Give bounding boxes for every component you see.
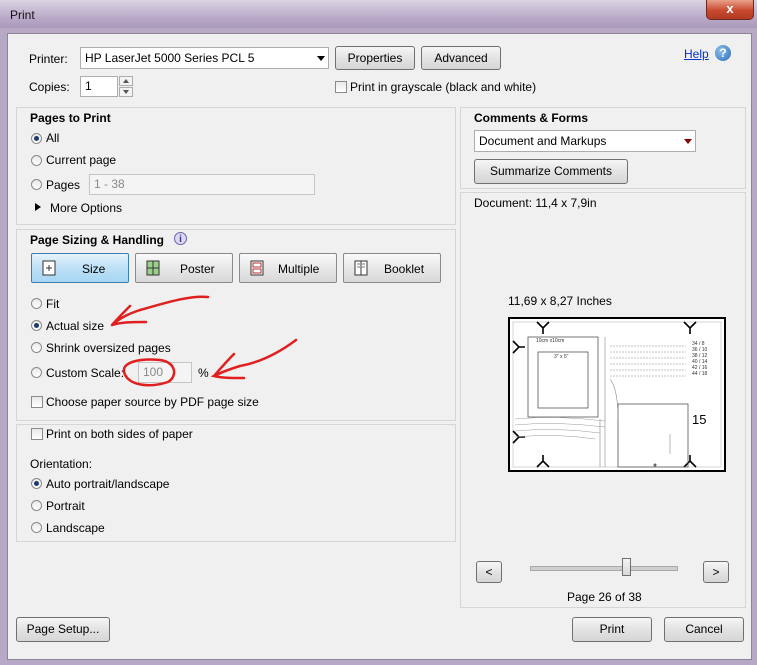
tab-poster[interactable]: Poster xyxy=(135,253,233,283)
radio-fit[interactable] xyxy=(31,298,42,309)
size-icon xyxy=(42,260,56,276)
tab-size-label: Size xyxy=(82,262,106,276)
comments-title: Comments & Forms xyxy=(474,111,589,125)
document-size: Document: 11,4 x 7,9in xyxy=(474,196,597,210)
radio-custom-scale[interactable] xyxy=(31,367,42,378)
both-sides-label: Print on both sides of paper xyxy=(46,427,193,441)
tab-size[interactable]: Size xyxy=(31,253,129,283)
comments-select[interactable]: Document and Markups xyxy=(474,130,696,152)
page-indicator: Page 26 of 38 xyxy=(567,590,642,604)
comments-select-value: Document and Markups xyxy=(479,134,607,148)
actual-size-label: Actual size xyxy=(46,319,105,333)
preview-box2-label: 3" x 5" xyxy=(554,354,569,360)
printer-label: Printer: xyxy=(29,52,68,66)
scale-line: 44 / 18 xyxy=(692,371,708,377)
window-title: Print xyxy=(10,8,35,22)
orientation-title: Orientation: xyxy=(30,457,93,471)
help-link[interactable]: Help xyxy=(684,47,709,61)
copies-label: Copies: xyxy=(29,80,70,94)
shrink-label: Shrink oversized pages xyxy=(46,341,171,355)
print-button[interactable]: Print xyxy=(572,617,652,642)
pages-title: Pages to Print xyxy=(30,111,111,125)
radio-current-page[interactable] xyxy=(31,155,42,166)
paper-source-label: Choose paper source by PDF page size xyxy=(46,395,259,409)
copies-input[interactable]: 1 xyxy=(80,76,118,97)
paper-size: 11,69 x 8,27 Inches xyxy=(508,294,612,308)
radio-all[interactable] xyxy=(31,133,42,144)
pages-range-input[interactable]: 1 - 38 xyxy=(89,174,315,195)
auto-orientation-label: Auto portrait/landscape xyxy=(46,477,170,491)
arrow-up-icon xyxy=(123,79,129,83)
info-icon[interactable]: i xyxy=(174,232,187,245)
chevron-down-icon xyxy=(317,56,325,61)
radio-landscape[interactable] xyxy=(31,522,42,533)
custom-scale-input[interactable]: 100 xyxy=(138,362,192,383)
fit-label: Fit xyxy=(46,297,60,311)
chevron-down-icon xyxy=(684,139,692,144)
custom-scale-label: Custom Scale: xyxy=(46,366,125,380)
tab-booklet[interactable]: Booklet xyxy=(343,253,441,283)
prev-page-button[interactable]: < xyxy=(476,561,502,583)
close-button[interactable]: x xyxy=(706,0,754,20)
tab-multiple[interactable]: Multiple xyxy=(239,253,337,283)
printer-select[interactable]: HP LaserJet 5000 Series PCL 5 xyxy=(80,47,329,69)
radio-pages[interactable] xyxy=(31,179,42,190)
poster-icon xyxy=(146,260,160,276)
booklet-icon xyxy=(354,260,368,276)
paper-source-checkbox[interactable] xyxy=(31,396,43,408)
summarize-comments-button[interactable]: Summarize Comments xyxy=(474,159,628,184)
preview-box1-label: 10cm x10cm xyxy=(536,338,565,344)
radio-shrink-oversized[interactable] xyxy=(31,342,42,353)
all-label: All xyxy=(46,131,60,145)
copies-up-button[interactable] xyxy=(119,76,133,86)
arrow-down-icon xyxy=(123,90,129,94)
radio-portrait[interactable] xyxy=(31,500,42,511)
copies-down-button[interactable] xyxy=(119,87,133,97)
title-bar xyxy=(0,0,757,30)
landscape-label: Landscape xyxy=(46,521,105,535)
expand-arrow-icon[interactable] xyxy=(35,203,41,211)
cancel-button[interactable]: Cancel xyxy=(664,617,744,642)
page-slider-thumb[interactable] xyxy=(622,558,632,576)
properties-button[interactable]: Properties xyxy=(335,46,415,70)
radio-auto-orientation[interactable] xyxy=(31,478,42,489)
page-slider-track[interactable] xyxy=(530,566,678,571)
tab-booklet-label: Booklet xyxy=(384,262,425,276)
grayscale-label: Print in grayscale (black and white) xyxy=(350,80,537,94)
multiple-icon xyxy=(250,260,264,276)
sizing-title: Page Sizing & Handling xyxy=(30,233,165,247)
preview-scale-list: 34 / 8 36 / 10 38 / 12 40 / 14 42 / 16 4… xyxy=(692,341,707,377)
portrait-label: Portrait xyxy=(46,499,85,513)
pages-label: Pages xyxy=(46,178,81,192)
tab-multiple-label: Multiple xyxy=(278,262,320,276)
percent-label: % xyxy=(198,366,209,380)
grayscale-checkbox[interactable] xyxy=(335,81,347,93)
page-setup-button[interactable]: Page Setup... xyxy=(16,617,110,642)
current-page-label: Current page xyxy=(46,153,117,167)
next-page-button[interactable]: > xyxy=(703,561,729,583)
radio-actual-size[interactable] xyxy=(31,320,42,331)
both-sides-checkbox[interactable] xyxy=(31,428,43,440)
more-options-link[interactable]: More Options xyxy=(50,201,122,215)
preview-page-number: 15 xyxy=(692,412,707,427)
printer-select-value: HP LaserJet 5000 Series PCL 5 xyxy=(85,51,255,65)
advanced-button[interactable]: Advanced xyxy=(421,46,501,70)
tab-poster-label: Poster xyxy=(180,262,215,276)
help-icon[interactable]: ? xyxy=(715,45,731,61)
page-preview: 10cm x10cm 3" x 5" 34 / 8 36 / 10 38 / 1… xyxy=(508,317,726,472)
